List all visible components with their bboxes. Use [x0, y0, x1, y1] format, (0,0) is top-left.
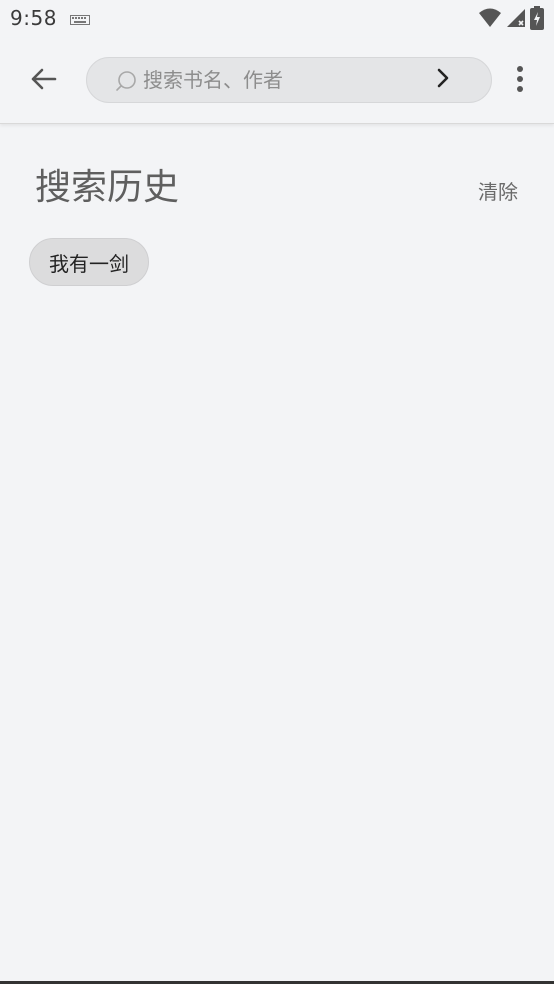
arrow-left-icon	[29, 67, 57, 95]
status-icons	[478, 6, 544, 34]
search-box[interactable]	[86, 57, 492, 103]
top-bar	[0, 38, 554, 124]
keyboard-icon	[70, 12, 90, 31]
chevron-right-icon	[436, 68, 450, 92]
search-icon	[115, 70, 137, 96]
status-time: 9:58	[10, 6, 57, 30]
search-submit-button[interactable]	[431, 68, 455, 92]
more-vert-icon	[516, 66, 524, 96]
search-input[interactable]	[143, 58, 413, 102]
history-chip-list: 我有一剑	[29, 238, 149, 286]
search-history-title: 搜索历史	[35, 167, 180, 208]
signal-icon	[506, 7, 526, 33]
more-options-button[interactable]	[506, 60, 534, 102]
wifi-icon	[478, 7, 502, 33]
back-button[interactable]	[22, 60, 64, 102]
history-chip[interactable]: 我有一剑	[29, 238, 149, 286]
battery-icon	[530, 6, 544, 34]
clear-history-button[interactable]: 清除	[478, 176, 518, 205]
status-bar: 9:58	[0, 0, 554, 38]
